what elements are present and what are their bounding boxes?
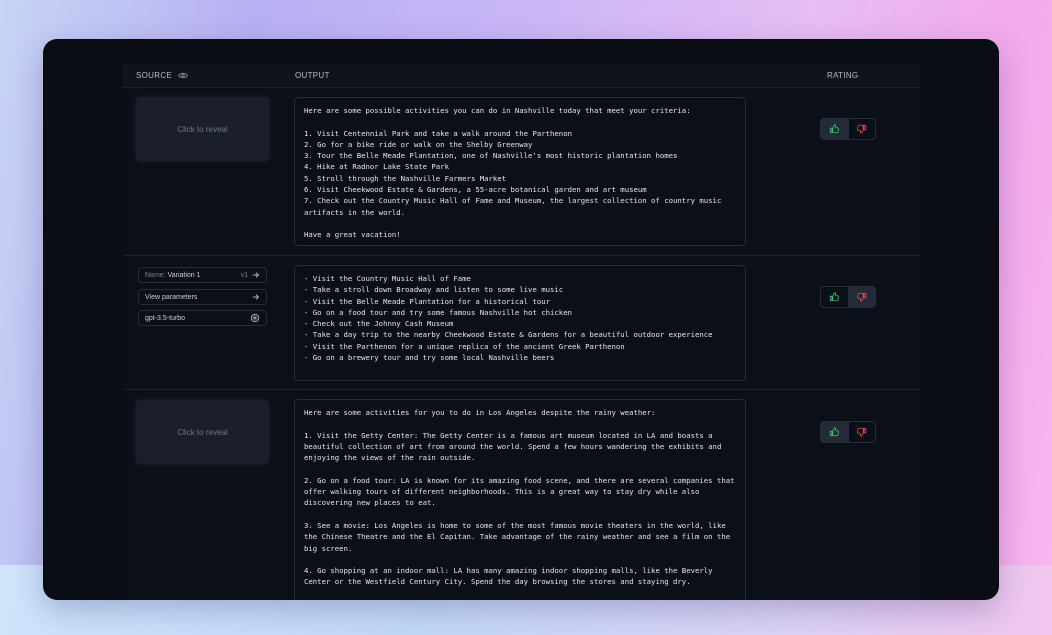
rating-header-label: RATING bbox=[827, 71, 859, 80]
model-name: gpt-3.5-turbo bbox=[145, 314, 186, 322]
table-row: Click to reveal Here are some activities… bbox=[123, 390, 920, 600]
source-header: SOURCE bbox=[123, 71, 282, 80]
table-row: Name: Variation 1 v1 View parameters gpt… bbox=[123, 256, 920, 390]
app-window: SOURCE OUTPUT RATING Click to reveal Her… bbox=[43, 39, 999, 600]
variation-name-pill[interactable]: Name: Variation 1 v1 bbox=[138, 267, 267, 283]
version-label: v1 bbox=[240, 271, 248, 279]
output-cell: Here are some activities for you to do i… bbox=[282, 390, 812, 600]
thumbs-up-button[interactable] bbox=[821, 422, 848, 442]
variation-name-prefix: Name: bbox=[145, 271, 166, 279]
rating-group bbox=[820, 286, 876, 308]
table-row: Click to reveal Here are some possible a… bbox=[123, 88, 920, 256]
output-text: Here are some activities for you to do i… bbox=[294, 399, 746, 600]
rating-header: RATING bbox=[812, 71, 920, 80]
view-parameters-label: View parameters bbox=[145, 293, 198, 301]
output-cell: - Visit the Country Music Hall of Fame -… bbox=[282, 256, 812, 389]
evaluation-table: SOURCE OUTPUT RATING Click to reveal Her… bbox=[123, 64, 920, 600]
thumbs-up-icon bbox=[830, 292, 840, 302]
rating-group bbox=[820, 118, 876, 140]
source-cell: Name: Variation 1 v1 View parameters gpt… bbox=[123, 256, 282, 389]
eye-icon[interactable] bbox=[178, 72, 189, 79]
thumbs-down-icon bbox=[857, 427, 867, 437]
arrow-right-icon bbox=[252, 272, 260, 278]
thumbs-down-button[interactable] bbox=[847, 119, 875, 139]
thumbs-down-icon bbox=[857, 292, 867, 302]
output-text: Here are some possible activities you ca… bbox=[294, 97, 746, 246]
variation-name-value: Variation 1 bbox=[167, 271, 201, 279]
table-header: SOURCE OUTPUT RATING bbox=[123, 64, 920, 88]
click-to-reveal-button[interactable]: Click to reveal bbox=[136, 400, 269, 464]
source-cell: Click to reveal bbox=[123, 390, 282, 600]
rating-cell bbox=[812, 88, 920, 255]
rating-group bbox=[820, 421, 876, 443]
thumbs-down-button[interactable] bbox=[847, 287, 875, 307]
source-cell: Click to reveal bbox=[123, 88, 282, 255]
arrow-right-icon bbox=[252, 294, 260, 300]
thumbs-up-button[interactable] bbox=[821, 287, 848, 307]
variation-name: Name: Variation 1 bbox=[145, 272, 201, 279]
output-cell: Here are some possible activities you ca… bbox=[282, 88, 812, 255]
rating-cell bbox=[812, 390, 920, 600]
thumbs-down-icon bbox=[857, 124, 867, 134]
variation-version: v1 bbox=[241, 271, 260, 279]
thumbs-up-button[interactable] bbox=[821, 119, 848, 139]
model-pill[interactable]: gpt-3.5-turbo bbox=[138, 310, 267, 326]
click-to-reveal-button[interactable]: Click to reveal bbox=[136, 97, 269, 161]
output-header: OUTPUT bbox=[295, 71, 330, 80]
thumbs-up-icon bbox=[830, 124, 840, 134]
rating-cell bbox=[812, 256, 920, 389]
thumbs-up-icon bbox=[830, 427, 840, 437]
openai-icon bbox=[250, 313, 260, 323]
source-header-label: SOURCE bbox=[136, 71, 173, 80]
thumbs-down-button[interactable] bbox=[847, 422, 875, 442]
view-parameters-button[interactable]: View parameters bbox=[138, 289, 267, 305]
output-text: - Visit the Country Music Hall of Fame -… bbox=[294, 265, 746, 381]
